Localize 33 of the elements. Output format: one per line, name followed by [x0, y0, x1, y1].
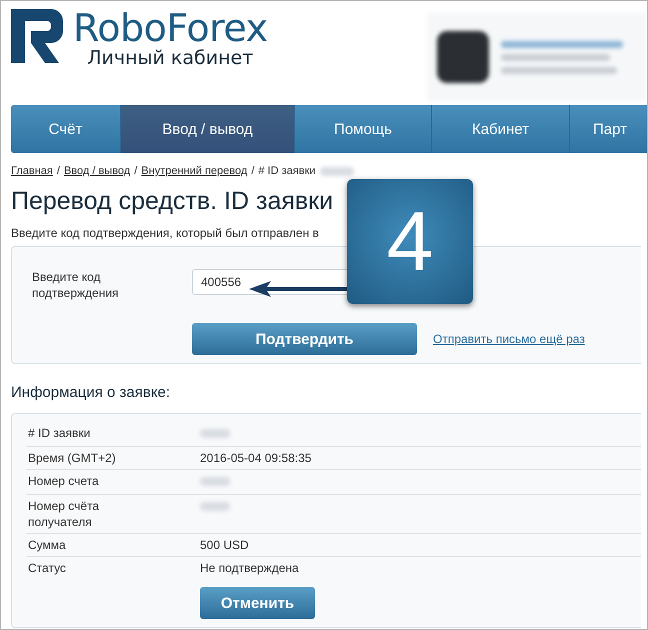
cancel-button[interactable]: Отменить	[200, 587, 315, 619]
confirm-button[interactable]: Подтвердить	[192, 323, 417, 355]
nav-tab[interactable]: Помощь	[295, 105, 432, 153]
field-value: 500 USD	[200, 537, 250, 553]
code-label: Введите код подтверждения	[32, 269, 120, 301]
logo-subtitle: Личный кабинет	[87, 47, 254, 69]
field-label: Статус	[28, 560, 67, 576]
breadcrumb-link[interactable]: Внутренний перевод	[141, 165, 248, 177]
current-page-text: # ID заявки	[258, 165, 316, 177]
field-value: Не подтверждена	[200, 560, 300, 576]
nav-tab[interactable]: Парт	[570, 105, 647, 153]
breadcrumb-separator: /	[134, 165, 138, 177]
logo-icon	[11, 9, 63, 63]
breadcrumb-link[interactable]: Главная	[11, 165, 53, 177]
breadcrumb-separator: /	[56, 165, 60, 177]
nav-tab[interactable]: Ввод / вывод	[121, 105, 295, 153]
step-badge: 4	[347, 179, 473, 304]
section-heading: Информация о заявке:	[11, 384, 172, 401]
field-value: 2016-05-04 09:58:35	[200, 450, 312, 466]
arrow-icon	[249, 281, 349, 297]
instruction-text: Введите код подтверждения, который был отправлен в	[11, 226, 320, 240]
page-title: Перевод средств. ID заявки	[11, 187, 334, 216]
field-label: Номер счёта получателя	[28, 498, 100, 530]
field-label: Сумма	[28, 537, 67, 553]
field-label: Время (GMT+2)	[28, 450, 117, 466]
nav-tab[interactable]: Счёт	[11, 105, 121, 153]
breadcrumb-link[interactable]: Ввод / вывод	[64, 165, 130, 177]
breadcrumb-separator: /	[251, 165, 254, 177]
field-label: # ID заявки	[28, 425, 92, 442]
field-label: Номер счета	[28, 473, 100, 490]
nav-tab[interactable]: Кабинет	[432, 105, 570, 153]
resend-link[interactable]: Отправить письмо ещё раз	[433, 332, 585, 346]
logo-text: RoboForex	[73, 5, 268, 50]
